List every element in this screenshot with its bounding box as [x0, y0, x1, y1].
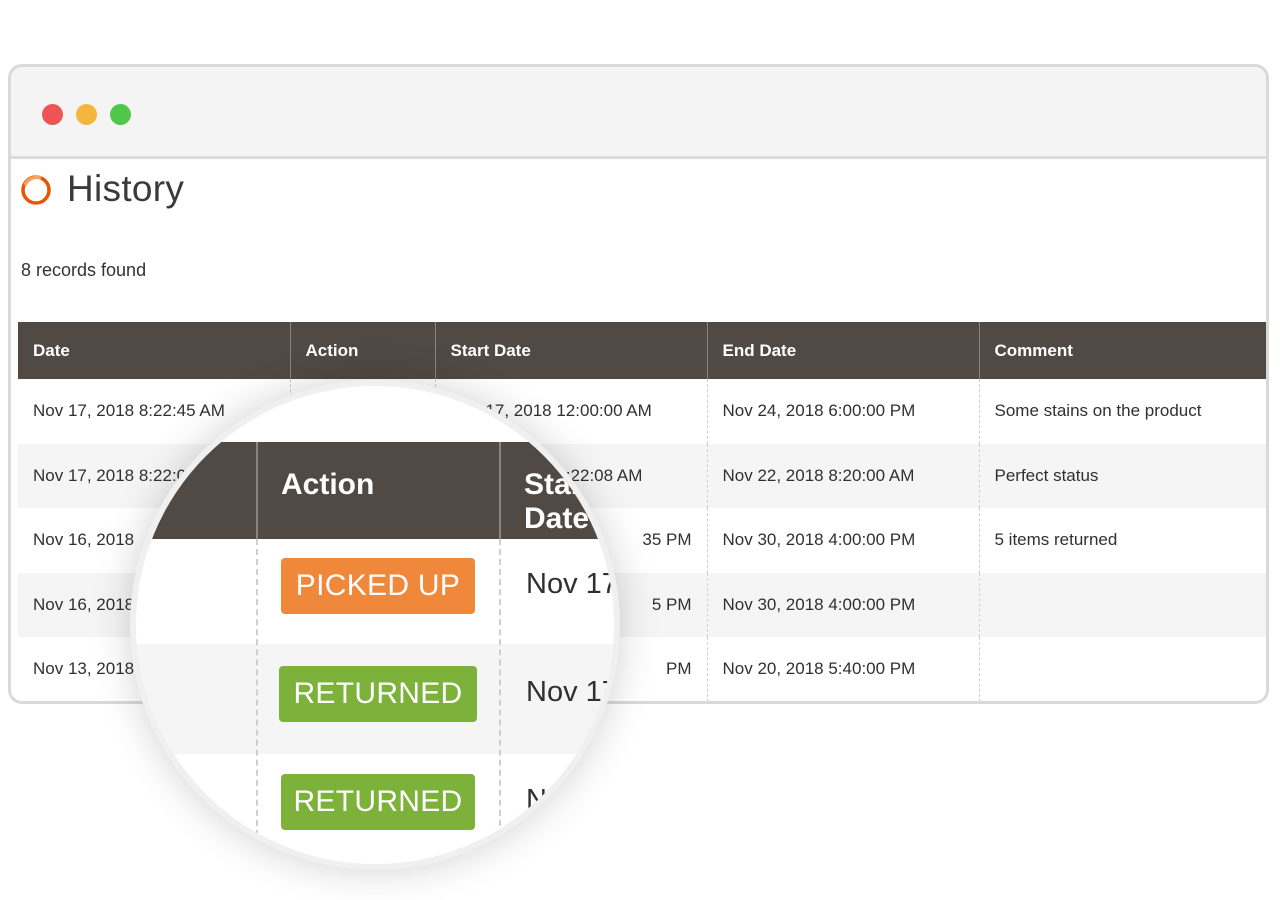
header-divider: [499, 442, 501, 539]
status-badge-returned: RETURNED: [281, 774, 475, 830]
cell-end-date: Nov 24, 2018 6:00:00 PM: [706, 379, 979, 444]
window-titlebar: [11, 67, 1266, 159]
magnified-start-date: Nov 16, 2018: [526, 784, 618, 816]
status-badge-returned: RETURNED: [279, 666, 477, 722]
column-header-action[interactable]: Action: [289, 322, 435, 379]
column-divider: [256, 539, 258, 864]
page-title: History: [67, 168, 185, 209]
column-header-date[interactable]: Date: [18, 322, 290, 379]
column-divider: [499, 539, 501, 864]
magnified-header-start-date: Start Date: [524, 468, 593, 535]
table-header-row: Date Action Start Date End Date Comment: [18, 322, 1266, 379]
cell-end-date: Nov 30, 2018 4:00:00 PM: [706, 508, 979, 573]
cell-comment: [978, 572, 1266, 637]
magnified-start-date: Nov 17, 2018: [526, 676, 618, 708]
cell-end-date: Nov 20, 2018 5:40:00 PM: [706, 637, 979, 701]
window-close-dot[interactable]: [42, 104, 63, 125]
magnified-header-action: Action: [281, 468, 375, 501]
magnified-start-date: Nov 17, 2018: [526, 568, 618, 600]
cell-comment: [978, 637, 1266, 701]
header-divider: [256, 442, 258, 539]
cell-end-date: Nov 30, 2018 4:00:00 PM: [706, 572, 979, 637]
history-logo-icon: [21, 175, 51, 205]
window-minimize-dot[interactable]: [76, 104, 97, 125]
status-badge-picked-up: PICKED UP: [281, 558, 475, 614]
column-header-comment[interactable]: Comment: [978, 322, 1266, 379]
cell-comment: 5 items returned: [978, 508, 1266, 573]
records-count: 8 records found: [21, 260, 147, 280]
window-maximize-dot[interactable]: [110, 104, 131, 125]
magnifier-lens: Action Start Date PICKED UP Nov 17, 2018…: [130, 380, 620, 870]
cell-comment: Some stains on the product: [978, 379, 1266, 444]
cell-end-date: Nov 22, 2018 8:20:00 AM: [706, 443, 979, 508]
cell-comment: Perfect status: [978, 443, 1266, 508]
column-header-start-date[interactable]: Start Date: [434, 322, 707, 379]
magnifier-content: Action Start Date PICKED UP Nov 17, 2018…: [136, 386, 618, 864]
column-header-end-date[interactable]: End Date: [706, 322, 979, 379]
